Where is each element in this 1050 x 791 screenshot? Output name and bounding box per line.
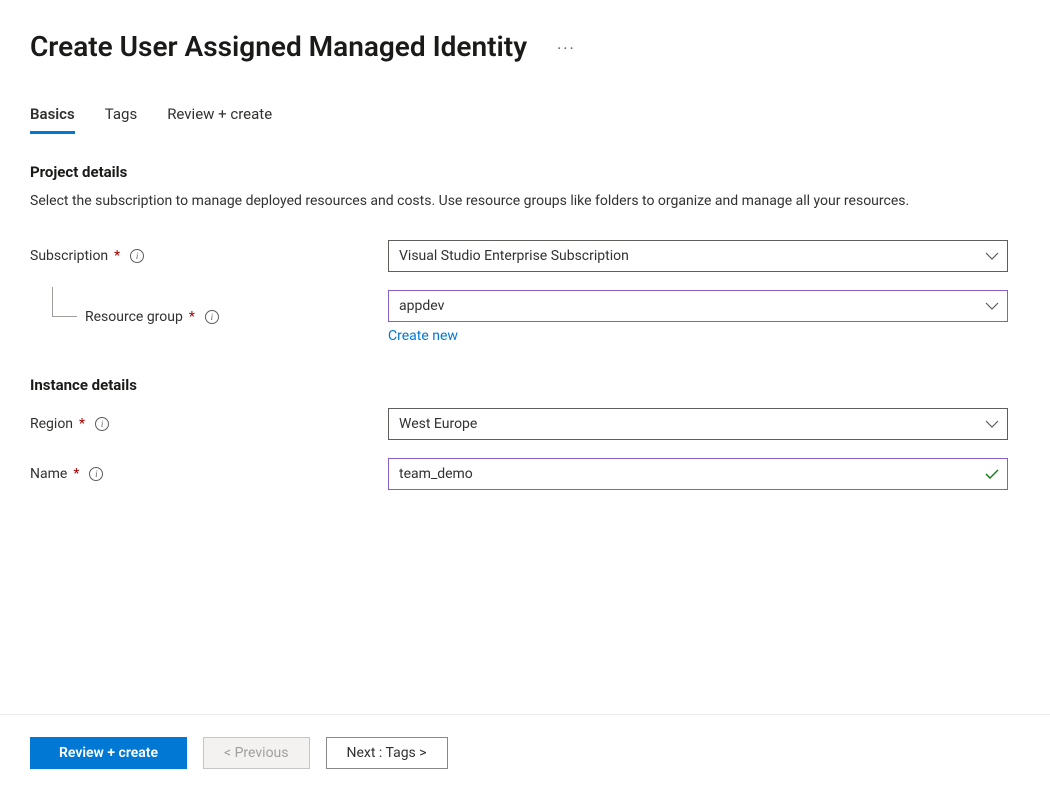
name-input[interactable]: team_demo: [388, 458, 1008, 490]
region-label-text: Region: [30, 416, 73, 432]
required-indicator: *: [79, 416, 85, 432]
resource-group-label: Resource group * i: [30, 309, 388, 325]
name-label-text: Name: [30, 466, 67, 482]
subscription-label-text: Subscription: [30, 248, 108, 264]
previous-button: < Previous: [203, 737, 309, 769]
tabs: Basics Tags Review + create: [30, 105, 1050, 133]
region-value: West Europe: [399, 416, 477, 432]
required-indicator: *: [114, 248, 120, 264]
resource-group-value: appdev: [399, 298, 444, 314]
more-icon[interactable]: ···: [557, 39, 576, 58]
tab-basics[interactable]: Basics: [30, 105, 75, 133]
region-select[interactable]: West Europe: [388, 408, 1008, 440]
chevron-down-icon: [985, 249, 999, 263]
tab-tags[interactable]: Tags: [105, 105, 137, 133]
name-value: team_demo: [399, 466, 473, 482]
subscription-value: Visual Studio Enterprise Subscription: [399, 248, 629, 264]
name-label: Name * i: [30, 466, 388, 482]
nesting-elbow-icon: [52, 287, 77, 317]
info-icon[interactable]: i: [205, 310, 219, 324]
info-icon[interactable]: i: [95, 417, 109, 431]
review-create-button[interactable]: Review + create: [30, 737, 187, 769]
project-details-description: Select the subscription to manage deploy…: [30, 191, 990, 212]
resource-group-select[interactable]: appdev: [388, 290, 1008, 322]
required-indicator: *: [73, 466, 79, 482]
tab-review-create[interactable]: Review + create: [167, 105, 272, 133]
info-icon[interactable]: i: [130, 249, 144, 263]
create-new-link[interactable]: Create new: [388, 328, 458, 344]
instance-details-heading: Instance details: [30, 376, 1020, 394]
chevron-down-icon: [985, 417, 999, 431]
page-title: Create User Assigned Managed Identity: [30, 30, 527, 63]
region-label: Region * i: [30, 416, 388, 432]
info-icon[interactable]: i: [89, 467, 103, 481]
chevron-down-icon: [985, 299, 999, 313]
required-indicator: *: [189, 309, 195, 325]
subscription-select[interactable]: Visual Studio Enterprise Subscription: [388, 240, 1008, 272]
resource-group-label-text: Resource group: [85, 309, 183, 325]
next-button[interactable]: Next : Tags >: [326, 737, 448, 769]
subscription-label: Subscription * i: [30, 248, 388, 264]
check-icon: [985, 467, 999, 481]
wizard-footer: Review + create < Previous Next : Tags >: [0, 714, 1050, 791]
project-details-heading: Project details: [30, 163, 1020, 181]
